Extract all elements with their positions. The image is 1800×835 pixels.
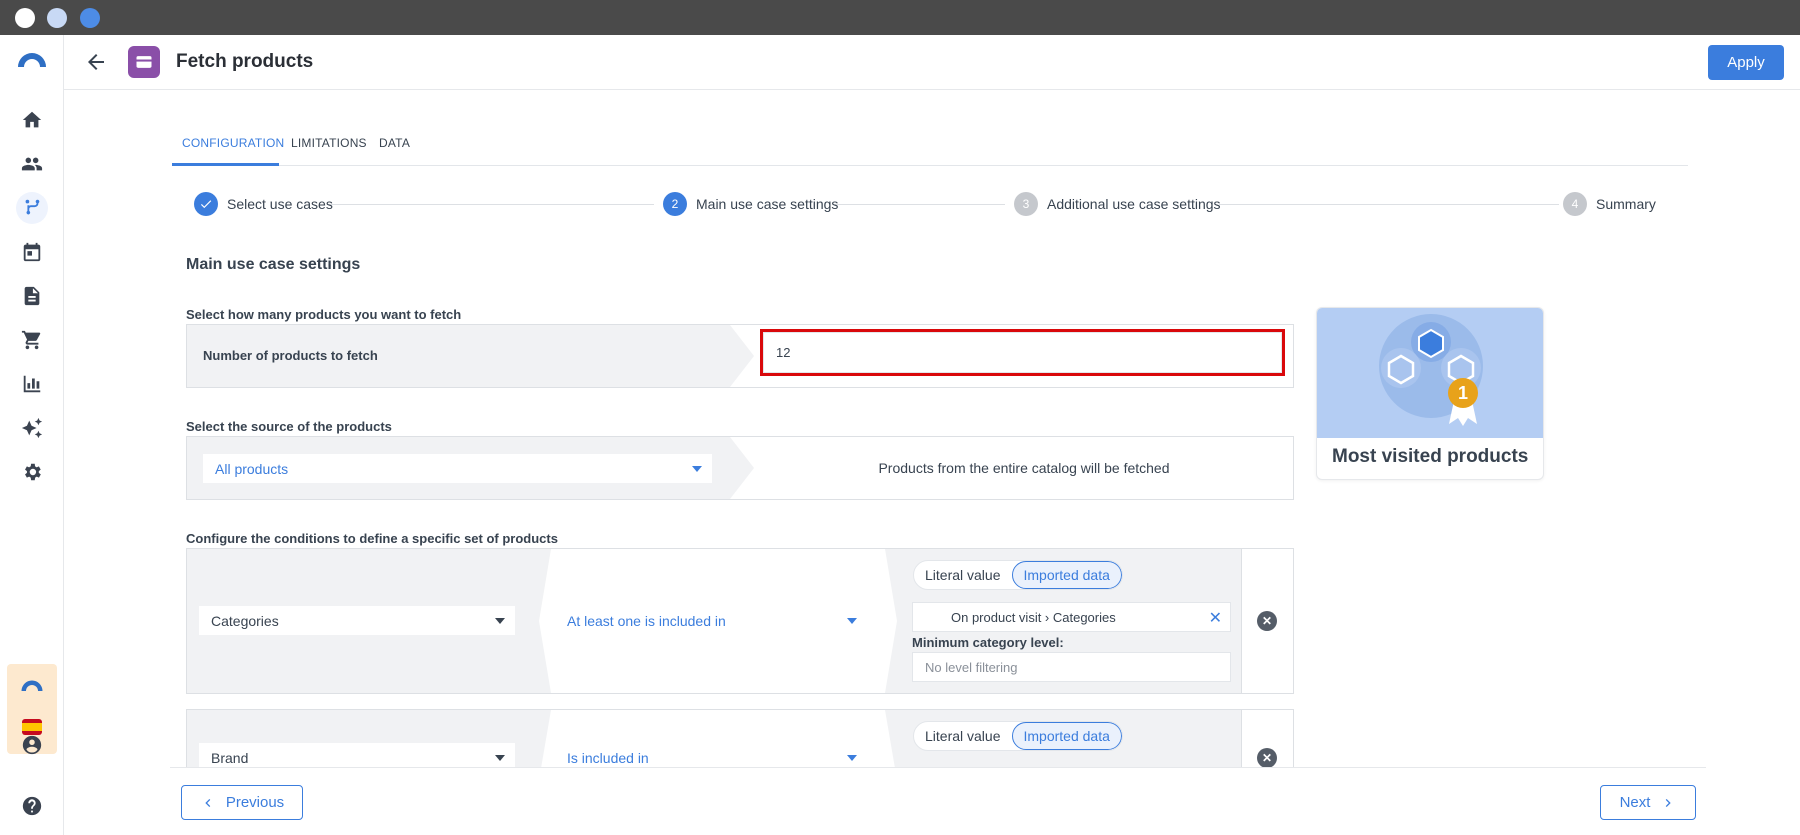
check-icon [194, 192, 218, 216]
step-connector [328, 204, 654, 205]
window-minimize-dot[interactable] [47, 8, 67, 28]
chevron-left-icon [205, 798, 211, 807]
chevron-down-icon [495, 754, 505, 761]
step-number: 3 [1014, 192, 1038, 216]
step-connector [1219, 204, 1559, 205]
row-arrow [730, 325, 754, 387]
operator-select-value: Is included in [567, 749, 649, 766]
conditions-section-label: Configure the conditions to define a spe… [186, 531, 558, 546]
step-additional-settings[interactable]: 3 Additional use case settings [1014, 192, 1221, 216]
min-level-label: Minimum category level: [912, 635, 1064, 650]
settings-icon[interactable] [16, 456, 48, 488]
tab-bar: CONFIGURATION LIMITATIONS DATA [172, 128, 1688, 166]
operator-select[interactable]: At least one is included in [555, 606, 867, 635]
previous-label: Previous [225, 794, 285, 811]
ai-sparkle-icon[interactable] [16, 412, 48, 444]
attribute-select-value: Categories [211, 612, 279, 629]
operator-select-value: At least one is included in [567, 612, 726, 629]
use-case-card[interactable]: 1 Most visited products [1316, 307, 1544, 480]
footer-bar: Previous Next [170, 767, 1706, 835]
literal-value-option[interactable]: Literal value [914, 561, 1012, 589]
logo-icon[interactable] [16, 49, 48, 69]
workspace-logo-icon [20, 678, 44, 691]
step-number: 4 [1563, 192, 1587, 216]
window-maximize-dot[interactable] [80, 8, 100, 28]
remove-condition-icon[interactable]: ✕ [1257, 748, 1277, 768]
step-label: Main use case settings [696, 196, 839, 212]
attribute-select[interactable]: Categories [199, 606, 515, 635]
back-arrow-icon[interactable] [84, 50, 108, 74]
tab-data[interactable]: DATA [379, 136, 410, 150]
value-mode-toggle: Literal value Imported data [913, 721, 1123, 751]
step-select-use-cases[interactable]: Select use cases [194, 192, 333, 216]
step-label: Select use cases [227, 196, 333, 212]
page-header: Fetch products Apply [64, 35, 1800, 90]
chevron-down-icon [495, 617, 505, 624]
remove-condition-icon[interactable]: ✕ [1257, 611, 1277, 631]
tab-configuration[interactable]: CONFIGURATION [182, 136, 284, 150]
automation-icon[interactable] [16, 192, 48, 224]
row-arrow [730, 437, 754, 499]
use-case-title: Most visited products [1332, 446, 1529, 467]
previous-button[interactable]: Previous [181, 785, 303, 820]
app-card-icon [128, 46, 160, 78]
step-label: Summary [1596, 196, 1656, 212]
imported-value-field[interactable]: On product visit › Categories ✕ [912, 602, 1231, 632]
section-title: Main use case settings [186, 256, 361, 273]
source-section-label: Select the source of the products [186, 419, 392, 434]
clear-value-icon[interactable]: ✕ [1209, 608, 1222, 628]
row-arrow [527, 549, 551, 693]
step-connector [835, 204, 1005, 205]
imported-data-option[interactable]: Imported data [1011, 561, 1122, 589]
apply-button[interactable]: Apply [1708, 45, 1784, 80]
window-titlebar [0, 0, 1800, 35]
use-case-illustration: 1 [1317, 308, 1543, 438]
min-level-input[interactable]: No level filtering [912, 652, 1231, 682]
chevron-down-icon [692, 465, 702, 472]
next-label: Next [1619, 794, 1651, 811]
analytics-icon[interactable] [16, 368, 48, 400]
source-description: Products from the entire catalog will be… [878, 460, 1170, 476]
next-button[interactable]: Next [1600, 785, 1696, 820]
document-icon[interactable] [16, 280, 48, 312]
tab-limitations[interactable]: LIMITATIONS [291, 136, 367, 150]
rank-badge: 1 [1448, 378, 1478, 408]
calendar-icon[interactable] [16, 236, 48, 268]
count-field-label: Number of products to fetch [203, 348, 378, 363]
literal-value-option[interactable]: Literal value [914, 722, 1012, 750]
chevron-down-icon [847, 754, 857, 761]
active-tab-underline [172, 163, 279, 166]
step-summary[interactable]: 4 Summary [1563, 192, 1656, 216]
account-icon[interactable] [16, 729, 48, 761]
window-close-dot[interactable] [15, 8, 35, 28]
home-icon[interactable] [16, 104, 48, 136]
product-boxes-icon [1379, 314, 1483, 426]
chevron-right-icon [1666, 798, 1672, 807]
step-label: Additional use case settings [1047, 196, 1221, 212]
count-section-label: Select how many products you want to fet… [186, 307, 462, 322]
attribute-select-value: Brand [211, 749, 249, 766]
sidebar [0, 35, 64, 835]
focus-highlight [760, 329, 1285, 376]
value-mode-toggle: Literal value Imported data [913, 560, 1123, 590]
people-icon[interactable] [16, 148, 48, 180]
source-select[interactable]: All products [203, 454, 712, 483]
imported-data-option[interactable]: Imported data [1011, 722, 1122, 750]
imported-value-text: On product visit › Categories [951, 609, 1116, 625]
chevron-down-icon [847, 617, 857, 624]
help-icon[interactable] [16, 790, 48, 822]
page-title: Fetch products [176, 51, 314, 72]
source-select-value: All products [215, 460, 289, 477]
step-main-settings[interactable]: 2 Main use case settings [663, 192, 838, 216]
step-number: 2 [663, 192, 687, 216]
row-arrow [885, 549, 897, 693]
cart-icon[interactable] [16, 324, 48, 356]
